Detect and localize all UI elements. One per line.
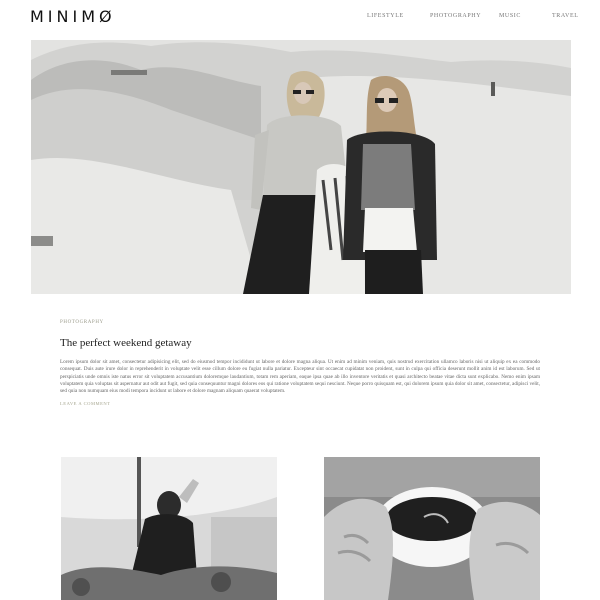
nav-item-music[interactable]: MUSIC	[499, 13, 521, 19]
post-thumbnail-coffee[interactable]	[324, 457, 540, 600]
hero-photo-illustration	[31, 40, 571, 294]
featured-post: PHOTOGRAPHY The perfect weekend getaway …	[60, 320, 540, 406]
post-title[interactable]: The perfect weekend getaway	[60, 337, 540, 349]
post-category[interactable]: PHOTOGRAPHY	[60, 320, 540, 325]
leave-comment-link[interactable]: LEAVE A COMMENT	[60, 401, 540, 406]
post-excerpt: Lorem ipsum dolor sit amet, consectetur …	[60, 359, 540, 395]
post-thumbnail-concert[interactable]	[61, 457, 277, 600]
nav-item-photography[interactable]: PHOTOGRAPHY	[430, 13, 481, 19]
nav-item-travel[interactable]: TRAVEL	[552, 13, 579, 19]
coffee-photo-illustration	[324, 457, 540, 600]
site-logo[interactable]: MINIMØ	[30, 7, 116, 26]
concert-photo-illustration	[61, 457, 277, 600]
hero-image[interactable]	[31, 40, 571, 294]
nav-item-lifestyle[interactable]: LIFESTYLE	[367, 13, 404, 19]
site-header: MINIMØ LIFESTYLE PHOTOGRAPHY MUSIC TRAVE…	[0, 0, 600, 36]
